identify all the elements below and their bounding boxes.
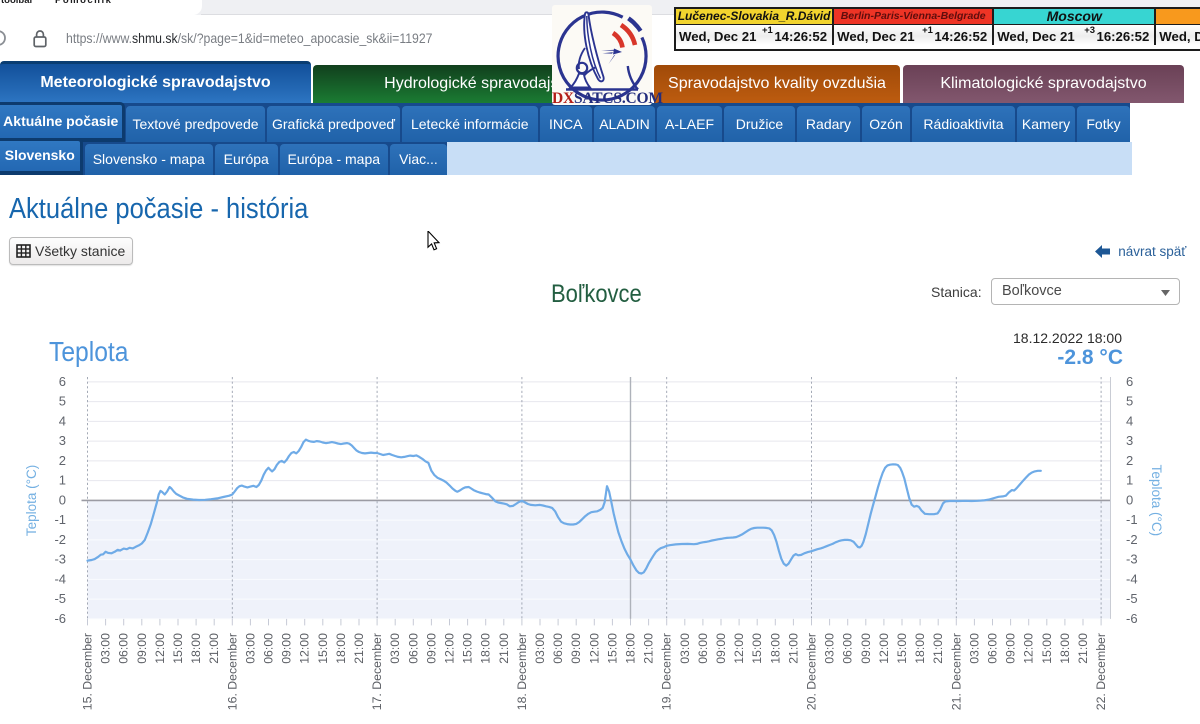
svg-text:-2: -2 (54, 532, 66, 547)
svg-text:-2: -2 (1126, 532, 1138, 547)
svg-text:15:00: 15:00 (316, 633, 330, 664)
svg-text:09:00: 09:00 (424, 633, 438, 664)
svg-text:18:00: 18:00 (189, 633, 203, 664)
svg-text:Teplota (°C): Teplota (°C) (24, 465, 39, 536)
svg-text:03:00: 03:00 (533, 633, 547, 664)
svg-text:18:00: 18:00 (913, 633, 927, 664)
svg-text:03:00: 03:00 (388, 633, 402, 664)
svg-text:-4: -4 (54, 571, 66, 586)
svg-text:21:00: 21:00 (931, 633, 945, 664)
svg-text:-1: -1 (1126, 512, 1138, 527)
svg-text:12:00: 12:00 (153, 633, 167, 664)
svg-text:Teplota (°C): Teplota (°C) (1149, 465, 1164, 536)
svg-text:21:00: 21:00 (786, 633, 800, 664)
svg-text:06:00: 06:00 (986, 633, 1000, 664)
svg-text:21:00: 21:00 (642, 633, 656, 664)
svg-text:-3: -3 (1126, 552, 1138, 567)
svg-text:15:00: 15:00 (895, 633, 909, 664)
svg-text:06:00: 06:00 (406, 633, 420, 664)
svg-text:18:00: 18:00 (479, 633, 493, 664)
svg-text:19. December: 19. December (660, 633, 674, 710)
svg-text:03:00: 03:00 (967, 633, 981, 664)
svg-text:22. December: 22. December (1094, 633, 1108, 710)
svg-text:03:00: 03:00 (678, 633, 692, 664)
svg-text:21:00: 21:00 (352, 633, 366, 664)
svg-text:18:00: 18:00 (334, 633, 348, 664)
svg-text:20. December: 20. December (805, 633, 819, 710)
svg-text:09:00: 09:00 (569, 633, 583, 664)
svg-text:12:00: 12:00 (877, 633, 891, 664)
svg-text:4: 4 (59, 413, 66, 428)
svg-text:18. December: 18. December (515, 633, 529, 710)
svg-text:3: 3 (1126, 433, 1133, 448)
svg-text:09:00: 09:00 (859, 633, 873, 664)
svg-text:15:00: 15:00 (461, 633, 475, 664)
svg-text:0: 0 (1126, 492, 1133, 507)
svg-text:06:00: 06:00 (841, 633, 855, 664)
svg-text:21:00: 21:00 (1076, 633, 1090, 664)
svg-text:3: 3 (59, 433, 66, 448)
svg-text:12:00: 12:00 (732, 633, 746, 664)
svg-text:12:00: 12:00 (298, 633, 312, 664)
svg-text:5: 5 (1126, 394, 1133, 409)
svg-text:2: 2 (59, 453, 66, 468)
svg-text:6: 6 (59, 374, 66, 389)
svg-text:03:00: 03:00 (823, 633, 837, 664)
svg-text:1: 1 (59, 473, 66, 488)
svg-text:-6: -6 (54, 611, 66, 626)
svg-text:16. December: 16. December (225, 633, 239, 710)
svg-text:09:00: 09:00 (135, 633, 149, 664)
svg-text:12:00: 12:00 (443, 633, 457, 664)
svg-text:-3: -3 (54, 552, 66, 567)
svg-text:15:00: 15:00 (171, 633, 185, 664)
svg-text:0: 0 (59, 492, 66, 507)
svg-text:09:00: 09:00 (1004, 633, 1018, 664)
svg-text:21:00: 21:00 (497, 633, 511, 664)
svg-text:21:00: 21:00 (207, 633, 221, 664)
svg-text:03:00: 03:00 (243, 633, 257, 664)
svg-text:15:00: 15:00 (1040, 633, 1054, 664)
svg-text:1: 1 (1126, 473, 1133, 488)
svg-text:03:00: 03:00 (99, 633, 113, 664)
svg-text:18:00: 18:00 (768, 633, 782, 664)
svg-text:-5: -5 (54, 591, 66, 606)
svg-text:12:00: 12:00 (587, 633, 601, 664)
svg-text:15:00: 15:00 (605, 633, 619, 664)
svg-text:06:00: 06:00 (696, 633, 710, 664)
svg-text:18:00: 18:00 (1058, 633, 1072, 664)
svg-text:6: 6 (1126, 374, 1133, 389)
svg-text:15:00: 15:00 (750, 633, 764, 664)
svg-text:09:00: 09:00 (280, 633, 294, 664)
svg-text:-1: -1 (54, 512, 66, 527)
svg-text:15. December: 15. December (81, 633, 95, 710)
svg-text:12:00: 12:00 (1022, 633, 1036, 664)
svg-text:09:00: 09:00 (714, 633, 728, 664)
svg-text:-4: -4 (1126, 571, 1138, 586)
svg-text:5: 5 (59, 394, 66, 409)
svg-text:-6: -6 (1126, 611, 1138, 626)
svg-text:4: 4 (1126, 413, 1133, 428)
svg-text:18:00: 18:00 (624, 633, 638, 664)
svg-text:17. December: 17. December (370, 633, 384, 710)
svg-text:2: 2 (1126, 453, 1133, 468)
svg-text:06:00: 06:00 (117, 633, 131, 664)
svg-text:06:00: 06:00 (551, 633, 565, 664)
svg-text:06:00: 06:00 (262, 633, 276, 664)
svg-text:21. December: 21. December (949, 633, 963, 710)
svg-text:-5: -5 (1126, 591, 1138, 606)
